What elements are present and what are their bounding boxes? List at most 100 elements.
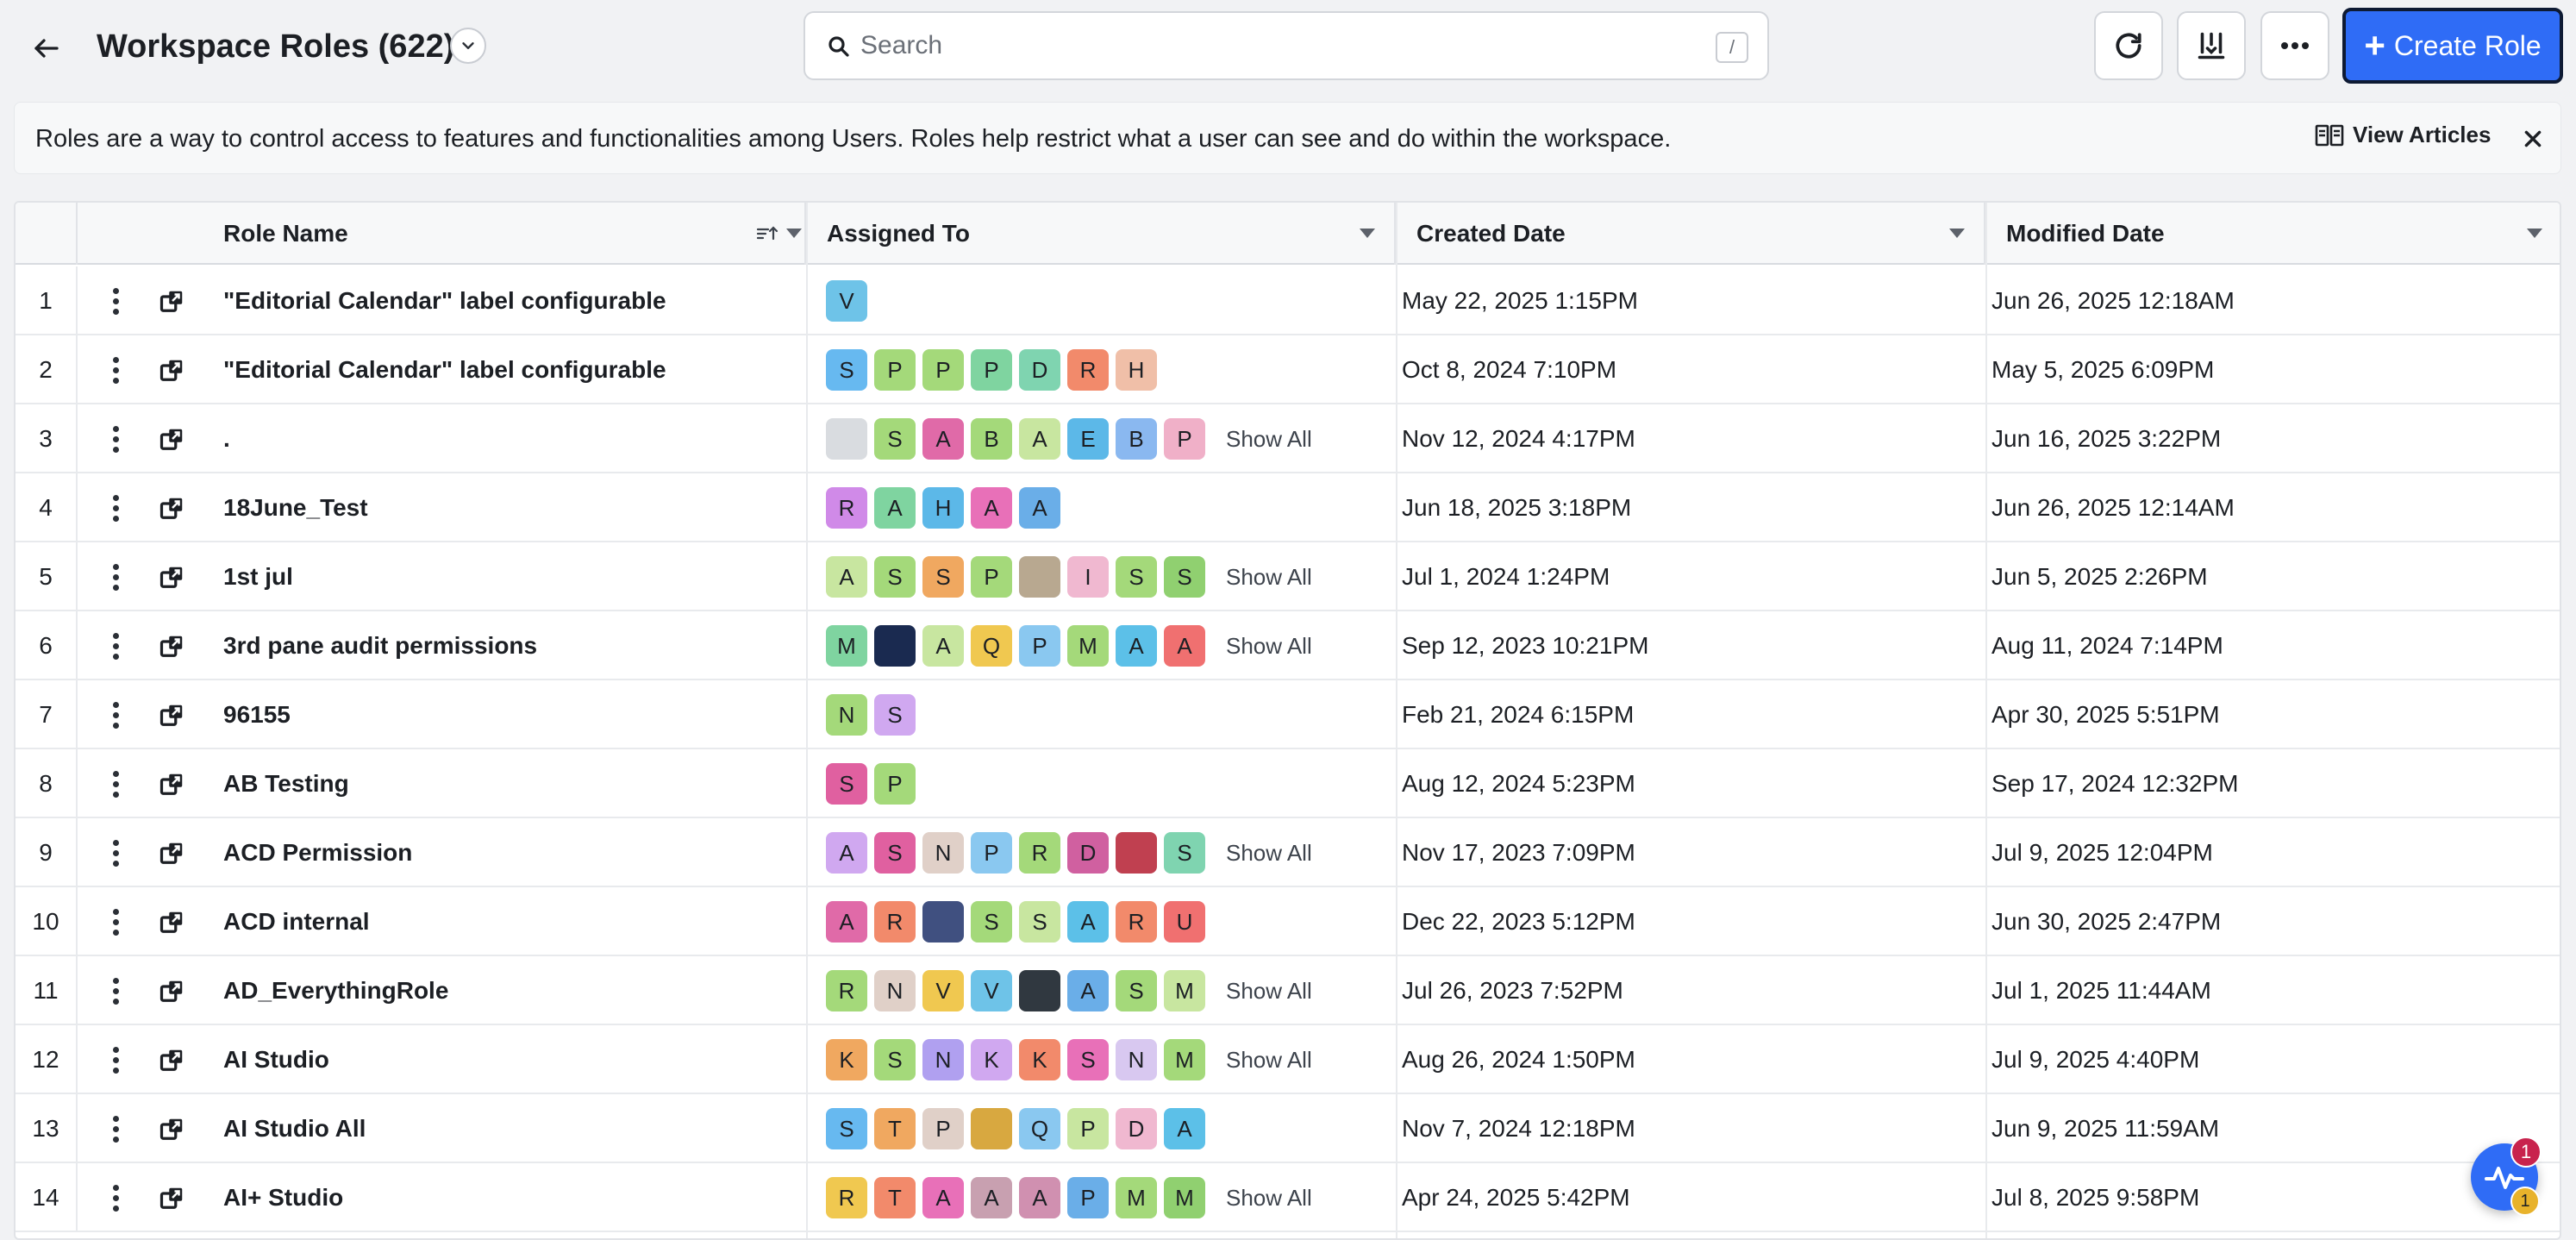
user-avatar[interactable]: S — [922, 556, 964, 598]
user-avatar[interactable]: S — [874, 832, 916, 874]
row-menu-button[interactable] — [98, 818, 133, 887]
row-menu-button[interactable] — [98, 1094, 133, 1163]
more-options-button[interactable] — [2260, 11, 2329, 80]
user-avatar[interactable]: S — [1116, 970, 1157, 1011]
open-role-button[interactable] — [153, 611, 191, 680]
user-avatar[interactable]: A — [826, 832, 867, 874]
header-assigned-to[interactable]: Assigned To — [806, 203, 1396, 265]
row-menu-button[interactable] — [98, 542, 133, 611]
user-avatar[interactable]: A — [1067, 901, 1109, 943]
role-name[interactable]: 96155 — [223, 680, 784, 749]
view-articles-link[interactable]: View Articles — [2315, 122, 2491, 148]
user-avatar[interactable]: P — [874, 349, 916, 391]
role-name[interactable]: 3rd pane audit permissions — [223, 611, 784, 680]
user-avatar[interactable]: Q — [971, 625, 1012, 667]
show-all-link[interactable]: Show All — [1226, 840, 1312, 867]
user-avatar[interactable]: A — [826, 901, 867, 943]
user-avatar[interactable]: P — [1019, 625, 1060, 667]
user-avatar[interactable]: A — [922, 625, 964, 667]
user-avatar[interactable]: S — [1164, 832, 1205, 874]
user-avatar[interactable]: K — [1019, 1039, 1060, 1080]
open-role-button[interactable] — [153, 887, 191, 956]
user-avatar[interactable]: S — [826, 763, 867, 805]
user-avatar[interactable]: H — [922, 487, 964, 529]
open-role-button[interactable] — [153, 266, 191, 335]
create-role-button[interactable]: + Create Role — [2342, 8, 2563, 84]
user-avatar[interactable]: S — [874, 1039, 916, 1080]
user-avatar[interactable]: R — [874, 901, 916, 943]
table-row[interactable]: 3 . S A B A E B P Show All Nov 12, 2024 4:17PM … — [16, 404, 2560, 473]
user-avatar[interactable]: U — [1164, 901, 1205, 943]
user-avatar[interactable]: S — [874, 556, 916, 598]
user-avatar-image[interactable] — [1019, 970, 1060, 1011]
row-menu-button[interactable] — [98, 749, 133, 818]
user-avatar[interactable]: K — [971, 1039, 1012, 1080]
open-role-button[interactable] — [153, 542, 191, 611]
row-menu-button[interactable] — [98, 473, 133, 542]
user-avatar[interactable]: M — [1164, 970, 1205, 1011]
user-avatar[interactable]: I — [1067, 556, 1109, 598]
user-avatar[interactable]: T — [874, 1177, 916, 1218]
user-avatar[interactable]: B — [1116, 418, 1157, 460]
open-role-button[interactable] — [153, 404, 191, 473]
user-avatar[interactable]: S — [826, 349, 867, 391]
user-avatar[interactable]: A — [1164, 625, 1205, 667]
user-avatar[interactable]: S — [1116, 556, 1157, 598]
user-avatar[interactable]: R — [1019, 832, 1060, 874]
role-name[interactable]: AI+ Studio — [223, 1163, 784, 1232]
user-avatar[interactable]: N — [1116, 1039, 1157, 1080]
table-row[interactable]: 14 AI+ Studio R T A A A P M M Show All Apr 24, 2… — [16, 1163, 2560, 1232]
role-name[interactable]: AI Studio All — [223, 1094, 784, 1163]
user-avatar[interactable]: A — [1019, 1177, 1060, 1218]
user-avatar[interactable]: N — [874, 970, 916, 1011]
user-avatar[interactable]: S — [1164, 556, 1205, 598]
table-row[interactable]: 2 "Editorial Calendar" label configurabl… — [16, 335, 2560, 404]
user-avatar[interactable]: D — [1116, 1108, 1157, 1149]
user-avatar[interactable]: P — [971, 832, 1012, 874]
user-avatar[interactable]: P — [922, 349, 964, 391]
title-dropdown-button[interactable] — [450, 28, 486, 64]
show-all-link[interactable]: Show All — [1226, 1047, 1312, 1074]
show-all-link[interactable]: Show All — [1226, 633, 1312, 660]
user-avatar[interactable]: H — [1116, 349, 1157, 391]
user-avatar[interactable]: A — [1067, 970, 1109, 1011]
header-modified-date[interactable]: Modified Date — [1985, 203, 2560, 265]
user-avatar[interactable]: A — [922, 1177, 964, 1218]
table-row[interactable]: 12 AI Studio K S N K K S N M Show All Aug 26, 20… — [16, 1025, 2560, 1094]
user-avatar[interactable]: S — [874, 418, 916, 460]
search-box[interactable]: / — [803, 11, 1769, 80]
row-menu-button[interactable] — [98, 1025, 133, 1094]
row-menu-button[interactable] — [98, 335, 133, 404]
role-name[interactable]: 1st jul — [223, 542, 784, 611]
user-avatar[interactable]: M — [1164, 1177, 1205, 1218]
modified-date-filter-caret-icon[interactable] — [2527, 229, 2542, 238]
open-role-button[interactable] — [153, 680, 191, 749]
table-row[interactable]: 9 ACD Permission A S N P R D S Show All Nov 17,… — [16, 818, 2560, 887]
table-row[interactable]: 8 AB Testing SP Aug 12, 2024 5:23PM Sep … — [16, 749, 2560, 818]
row-menu-button[interactable] — [98, 1163, 133, 1232]
user-avatar[interactable]: R — [826, 1177, 867, 1218]
role-name[interactable]: "Editorial Calendar" label configurable — [223, 335, 784, 404]
table-row[interactable]: 7 96155 NS Feb 21, 2024 6:15PM Apr 30, 2… — [16, 680, 2560, 749]
user-avatar[interactable]: S — [874, 694, 916, 736]
open-role-button[interactable] — [153, 473, 191, 542]
user-avatar[interactable]: R — [826, 970, 867, 1011]
back-button[interactable] — [24, 26, 69, 71]
user-avatar[interactable]: R — [1116, 901, 1157, 943]
user-avatar[interactable]: V — [922, 970, 964, 1011]
user-avatar[interactable]: M — [1067, 625, 1109, 667]
banner-close-button[interactable] — [2517, 123, 2548, 154]
user-avatar-image[interactable] — [1116, 832, 1157, 874]
role-name-filter-caret-icon[interactable] — [786, 229, 802, 238]
user-avatar[interactable]: A — [922, 418, 964, 460]
user-avatar[interactable]: N — [922, 1039, 964, 1080]
column-settings-button[interactable] — [2177, 11, 2246, 80]
open-role-button[interactable] — [153, 1094, 191, 1163]
user-avatar[interactable]: D — [1067, 832, 1109, 874]
role-name[interactable]: "Editorial Calendar" label configurable — [223, 266, 784, 335]
search-input[interactable] — [860, 25, 1636, 66]
role-name[interactable]: ACD Permission — [223, 818, 784, 887]
header-role-name[interactable]: Role Name — [78, 203, 806, 265]
user-avatar[interactable]: P — [1164, 418, 1205, 460]
user-avatar[interactable]: M — [1116, 1177, 1157, 1218]
